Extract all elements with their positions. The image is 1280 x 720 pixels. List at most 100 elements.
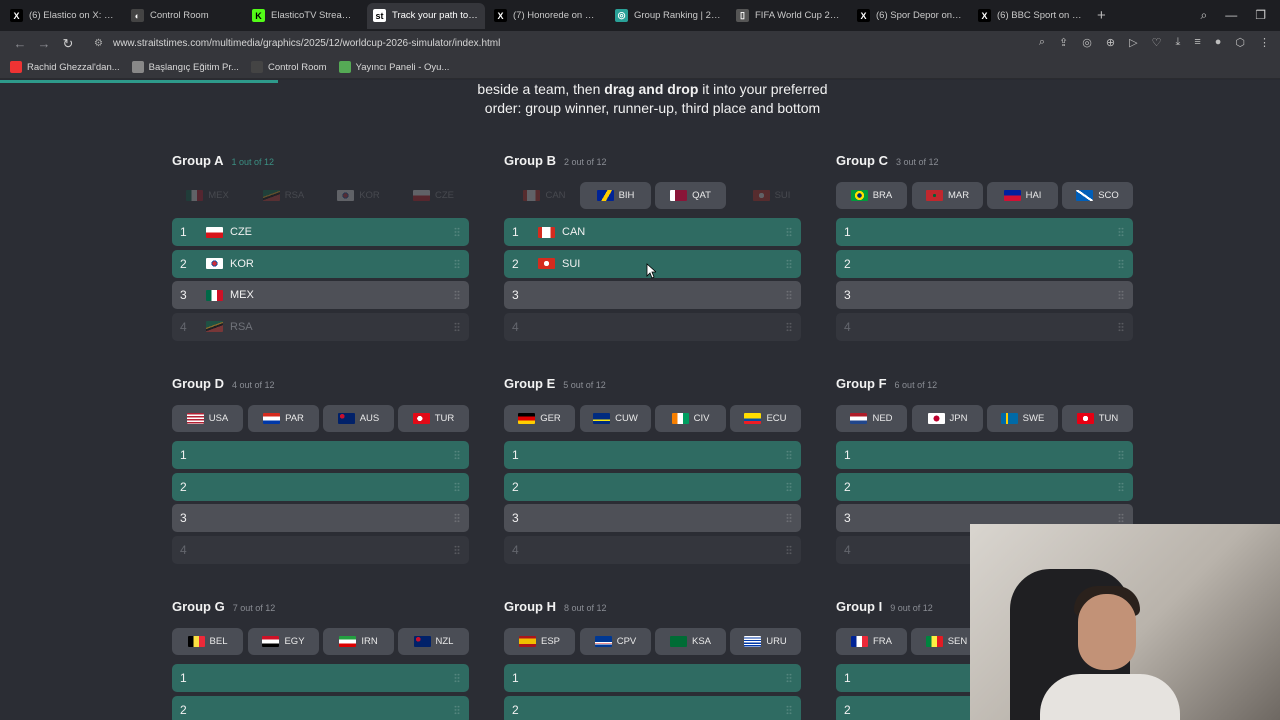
team-chip-irn[interactable]: IRN [323,628,394,655]
profile-icon[interactable]: ● [1215,36,1222,49]
drag-handle-icon[interactable] [1118,481,1124,492]
browser-tab[interactable]: ◐ Control Room [125,3,243,29]
rank-slot-3[interactable]: 3 [504,281,801,309]
rank-slot-2[interactable]: 2 [504,695,801,720]
drag-handle-icon[interactable] [454,321,460,332]
drag-handle-icon[interactable] [786,704,792,715]
rank-slot-4[interactable]: 4 [504,312,801,341]
minimize-icon[interactable]: — [1225,8,1237,23]
drag-handle-icon[interactable] [786,450,792,460]
rank-slot-3[interactable]: 3 MEX [172,281,469,309]
team-chip-nzl[interactable]: NZL [398,628,469,655]
drag-handle-icon[interactable] [1118,227,1124,237]
rank-slot-4[interactable]: 4 RSA [172,312,469,341]
drag-handle-icon[interactable] [786,513,792,523]
placed-team[interactable]: CZE [198,226,252,238]
rank-slot-3[interactable]: 3 [836,281,1133,309]
forward-icon[interactable]: → [32,36,56,51]
drag-handle-icon[interactable] [454,258,460,269]
rank-slot-4[interactable]: 4 [836,312,1133,341]
drag-handle-icon[interactable] [454,513,460,523]
browser-tab[interactable]: K ElasticoTV Stream - Wat [246,3,364,29]
share-icon[interactable]: ⇪ [1059,36,1068,49]
rank-slot-3[interactable]: 3 [172,504,469,532]
heart-icon[interactable]: ♡ [1152,36,1162,49]
browser-tab[interactable]: X (6) Elastico on X: "🇲🇽 Ela [4,3,122,29]
team-chip-bra[interactable]: BRA [836,182,907,209]
placed-team[interactable]: KOR [198,258,254,270]
extension-icon[interactable]: ⊕ [1106,36,1115,49]
extensions-icon[interactable]: ⬡ [1235,36,1245,49]
rank-slot-2[interactable]: 2 [172,695,469,720]
rank-slot-4[interactable]: 4 [172,535,469,564]
drag-handle-icon[interactable] [454,481,460,492]
rank-slot-2[interactable]: 2 [836,472,1133,501]
rank-slot-1[interactable]: 1 CZE [172,218,469,246]
team-chip-fra[interactable]: FRA [836,628,907,655]
bookmark-item[interactable]: Yayıncı Paneli - Oyu... [338,61,449,73]
browser-tab[interactable]: ◎ Group Ranking | 2026 W [609,3,727,29]
bookmark-item[interactable]: Rachid Ghezzal'dan... [10,61,120,73]
rank-slot-1[interactable]: 1 [504,664,801,692]
rank-slot-1[interactable]: 1 [504,441,801,469]
rank-slot-1[interactable]: 1 [836,218,1133,246]
team-chip-mar[interactable]: MAR [912,182,983,209]
rank-slot-1[interactable]: 1 [172,441,469,469]
browser-tab[interactable]: X (6) Spor Depor on X: "🏆 [851,3,969,29]
team-chip-bih[interactable]: BIH [580,182,651,209]
back-icon[interactable]: ← [8,36,32,51]
team-chip-civ[interactable]: CIV [655,405,726,432]
drag-handle-icon[interactable] [786,481,792,492]
drag-handle-icon[interactable] [1118,258,1124,269]
drag-handle-icon[interactable] [1118,450,1124,460]
team-chip-jpn[interactable]: JPN [912,405,983,432]
team-chip-esp[interactable]: ESP [504,628,575,655]
team-chip-swe[interactable]: SWE [987,405,1058,432]
drag-handle-icon[interactable] [786,227,792,237]
site-info-icon[interactable]: ⚙ [94,38,103,49]
rank-slot-1[interactable]: 1 [172,664,469,692]
bookmark-item[interactable]: Başlangıç Eğitim Pr... [131,61,239,73]
zoom-icon[interactable]: ⌕ [1039,36,1045,49]
more-icon[interactable]: ⋮ [1259,36,1270,49]
send-icon[interactable]: ▷ [1129,36,1137,49]
rank-slot-2[interactable]: 2 KOR [172,249,469,278]
browser-tab[interactable]: X (7) Honorede on X: "Anl [488,3,606,29]
maximize-icon[interactable]: ❐ [1255,8,1266,23]
drag-handle-icon[interactable] [454,544,460,555]
drag-handle-icon[interactable] [1118,290,1124,300]
team-chip-bel[interactable]: BEL [172,628,243,655]
rank-slot-4[interactable]: 4 [504,535,801,564]
browser-tab[interactable]: X (6) BBC Sport on X: "The [972,3,1090,29]
menu-icon[interactable]: ≡ [1194,36,1200,49]
browser-tab[interactable]: st Track your path to 2026 [367,2,485,29]
drag-handle-icon[interactable] [454,290,460,300]
rank-slot-2[interactable]: 2 [836,249,1133,278]
team-chip-egy[interactable]: EGY [248,628,319,655]
team-chip-cpv[interactable]: CPV [580,628,651,655]
rank-slot-2[interactable]: 2 [504,472,801,501]
team-chip-cuw[interactable]: CUW [580,405,651,432]
drag-handle-icon[interactable] [786,673,792,683]
drag-handle-icon[interactable] [454,227,460,237]
team-chip-ned[interactable]: NED [836,405,907,432]
rank-slot-3[interactable]: 3 [504,504,801,532]
rank-slot-1[interactable]: 1 CAN [504,218,801,246]
drag-handle-icon[interactable] [786,544,792,555]
team-chip-uru[interactable]: URU [730,628,801,655]
drag-handle-icon[interactable] [454,450,460,460]
placed-team[interactable]: SUI [530,258,580,270]
team-chip-hai[interactable]: HAI [987,182,1058,209]
drag-handle-icon[interactable] [786,290,792,300]
placed-team[interactable]: MEX [198,289,254,301]
reload-icon[interactable]: ↻ [56,36,80,52]
team-chip-ger[interactable]: GER [504,405,575,432]
team-chip-usa[interactable]: USA [172,405,243,432]
team-chip-aus[interactable]: AUS [323,405,394,432]
bookmark-item[interactable]: Control Room [250,61,327,73]
placed-team[interactable]: RSA [198,321,253,333]
drag-handle-icon[interactable] [786,321,792,332]
drag-handle-icon[interactable] [454,704,460,715]
team-chip-tun[interactable]: TUN [1062,405,1133,432]
screenshot-icon[interactable]: ◎ [1082,36,1092,49]
